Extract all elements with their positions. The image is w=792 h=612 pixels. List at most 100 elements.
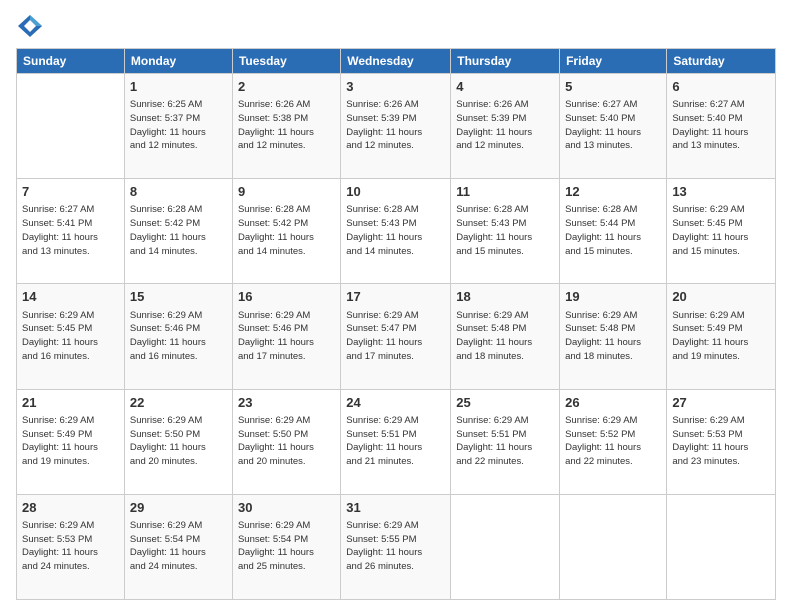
- cell-date: 18: [456, 288, 554, 306]
- calendar-cell: 11Sunrise: 6:28 AM Sunset: 5:43 PM Dayli…: [451, 179, 560, 284]
- cell-date: 21: [22, 394, 119, 412]
- calendar-cell: 1 Sunrise: 6:25 AM Sunset: 5:37 PM Daylig…: [124, 74, 232, 179]
- calendar-cell: 9Sunrise: 6:28 AM Sunset: 5:42 PM Daylig…: [232, 179, 340, 284]
- cell-date: 29: [130, 499, 227, 517]
- calendar-cell: 18Sunrise: 6:29 AM Sunset: 5:48 PM Dayli…: [451, 284, 560, 389]
- calendar-cell: 28 Sunrise: 6:29 AM Sunset: 5:53 PM Dayli…: [17, 494, 125, 599]
- calendar-cell: 4Sunrise: 6:26 AM Sunset: 5:39 PM Daylig…: [451, 74, 560, 179]
- day-header-tuesday: Tuesday: [232, 49, 340, 74]
- cell-info: Sunrise: 6:29 AM Sunset: 5:49 PM Dayligh…: [22, 414, 119, 469]
- cell-info: Sunrise: 6:27 AM Sunset: 5:41 PM Dayligh…: [22, 203, 119, 258]
- calendar-cell: 20 Sunrise: 6:29 AM Sunset: 5:49 PM Dayli…: [667, 284, 776, 389]
- cell-date: 19: [565, 288, 661, 306]
- page: SundayMondayTuesdayWednesdayThursdayFrid…: [0, 0, 792, 612]
- calendar-cell: 2 Sunrise: 6:26 AM Sunset: 5:38 PM Daylig…: [232, 74, 340, 179]
- cell-info: Sunrise: 6:29 AM Sunset: 5:48 PM Dayligh…: [565, 309, 661, 364]
- calendar-cell: 16 Sunrise: 6:29 AM Sunset: 5:46 PM Dayli…: [232, 284, 340, 389]
- calendar-cell: 22 Sunrise: 6:29 AM Sunset: 5:50 PM Dayli…: [124, 389, 232, 494]
- day-header-saturday: Saturday: [667, 49, 776, 74]
- cell-info: Sunrise: 6:29 AM Sunset: 5:46 PM Dayligh…: [238, 309, 335, 364]
- cell-date: 15: [130, 288, 227, 306]
- cell-date: 12: [565, 183, 661, 201]
- calendar-cell: 23 Sunrise: 6:29 AM Sunset: 5:50 PM Dayli…: [232, 389, 340, 494]
- cell-date: 14: [22, 288, 119, 306]
- week-row-1: 1 Sunrise: 6:25 AM Sunset: 5:37 PM Daylig…: [17, 74, 776, 179]
- cell-info: Sunrise: 6:29 AM Sunset: 5:52 PM Dayligh…: [565, 414, 661, 469]
- calendar-cell: 10 Sunrise: 6:28 AM Sunset: 5:43 PM Dayli…: [341, 179, 451, 284]
- cell-date: 28: [22, 499, 119, 517]
- cell-date: 26: [565, 394, 661, 412]
- calendar-cell: 13 Sunrise: 6:29 AM Sunset: 5:45 PM Dayli…: [667, 179, 776, 284]
- week-row-2: 7 Sunrise: 6:27 AM Sunset: 5:41 PM Daylig…: [17, 179, 776, 284]
- cell-info: Sunrise: 6:29 AM Sunset: 5:51 PM Dayligh…: [346, 414, 445, 469]
- week-row-4: 21 Sunrise: 6:29 AM Sunset: 5:49 PM Dayli…: [17, 389, 776, 494]
- calendar-cell: [667, 494, 776, 599]
- calendar-cell: 24Sunrise: 6:29 AM Sunset: 5:51 PM Dayli…: [341, 389, 451, 494]
- cell-date: 20: [672, 288, 770, 306]
- cell-date: 23: [238, 394, 335, 412]
- header-row: SundayMondayTuesdayWednesdayThursdayFrid…: [17, 49, 776, 74]
- day-header-monday: Monday: [124, 49, 232, 74]
- cell-date: 31: [346, 499, 445, 517]
- calendar-cell: 19 Sunrise: 6:29 AM Sunset: 5:48 PM Dayli…: [560, 284, 667, 389]
- cell-info: Sunrise: 6:25 AM Sunset: 5:37 PM Dayligh…: [130, 98, 227, 153]
- day-header-sunday: Sunday: [17, 49, 125, 74]
- week-row-3: 14 Sunrise: 6:29 AM Sunset: 5:45 PM Dayli…: [17, 284, 776, 389]
- cell-info: Sunrise: 6:29 AM Sunset: 5:47 PM Dayligh…: [346, 309, 445, 364]
- cell-info: Sunrise: 6:28 AM Sunset: 5:42 PM Dayligh…: [130, 203, 227, 258]
- cell-date: 11: [456, 183, 554, 201]
- calendar-cell: 3Sunrise: 6:26 AM Sunset: 5:39 PM Daylig…: [341, 74, 451, 179]
- cell-date: 5: [565, 78, 661, 96]
- calendar-cell: 29 Sunrise: 6:29 AM Sunset: 5:54 PM Dayli…: [124, 494, 232, 599]
- calendar-cell: [560, 494, 667, 599]
- cell-date: 7: [22, 183, 119, 201]
- cell-info: Sunrise: 6:29 AM Sunset: 5:53 PM Dayligh…: [672, 414, 770, 469]
- cell-date: 6: [672, 78, 770, 96]
- calendar-cell: 5 Sunrise: 6:27 AM Sunset: 5:40 PM Daylig…: [560, 74, 667, 179]
- calendar-cell: 6 Sunrise: 6:27 AM Sunset: 5:40 PM Daylig…: [667, 74, 776, 179]
- cell-date: 25: [456, 394, 554, 412]
- cell-date: 27: [672, 394, 770, 412]
- cell-info: Sunrise: 6:29 AM Sunset: 5:51 PM Dayligh…: [456, 414, 554, 469]
- logo: [16, 12, 48, 40]
- cell-date: 9: [238, 183, 335, 201]
- calendar-cell: 8 Sunrise: 6:28 AM Sunset: 5:42 PM Daylig…: [124, 179, 232, 284]
- cell-info: Sunrise: 6:29 AM Sunset: 5:50 PM Dayligh…: [130, 414, 227, 469]
- cell-date: 8: [130, 183, 227, 201]
- cell-info: Sunrise: 6:29 AM Sunset: 5:54 PM Dayligh…: [130, 519, 227, 574]
- cell-date: 16: [238, 288, 335, 306]
- calendar-cell: 7 Sunrise: 6:27 AM Sunset: 5:41 PM Daylig…: [17, 179, 125, 284]
- day-header-friday: Friday: [560, 49, 667, 74]
- cell-date: 17: [346, 288, 445, 306]
- calendar-cell: 15Sunrise: 6:29 AM Sunset: 5:46 PM Dayli…: [124, 284, 232, 389]
- calendar-cell: [17, 74, 125, 179]
- cell-date: 3: [346, 78, 445, 96]
- cell-info: Sunrise: 6:28 AM Sunset: 5:43 PM Dayligh…: [346, 203, 445, 258]
- cell-info: Sunrise: 6:29 AM Sunset: 5:55 PM Dayligh…: [346, 519, 445, 574]
- day-header-thursday: Thursday: [451, 49, 560, 74]
- cell-date: 22: [130, 394, 227, 412]
- logo-icon: [16, 12, 44, 40]
- cell-info: Sunrise: 6:29 AM Sunset: 5:53 PM Dayligh…: [22, 519, 119, 574]
- cell-info: Sunrise: 6:26 AM Sunset: 5:38 PM Dayligh…: [238, 98, 335, 153]
- calendar-cell: 14 Sunrise: 6:29 AM Sunset: 5:45 PM Dayli…: [17, 284, 125, 389]
- cell-date: 13: [672, 183, 770, 201]
- cell-info: Sunrise: 6:27 AM Sunset: 5:40 PM Dayligh…: [672, 98, 770, 153]
- cell-info: Sunrise: 6:29 AM Sunset: 5:50 PM Dayligh…: [238, 414, 335, 469]
- cell-date: 2: [238, 78, 335, 96]
- cell-info: Sunrise: 6:29 AM Sunset: 5:49 PM Dayligh…: [672, 309, 770, 364]
- cell-info: Sunrise: 6:29 AM Sunset: 5:54 PM Dayligh…: [238, 519, 335, 574]
- cell-info: Sunrise: 6:28 AM Sunset: 5:44 PM Dayligh…: [565, 203, 661, 258]
- cell-date: 30: [238, 499, 335, 517]
- cell-info: Sunrise: 6:29 AM Sunset: 5:45 PM Dayligh…: [22, 309, 119, 364]
- calendar-table: SundayMondayTuesdayWednesdayThursdayFrid…: [16, 48, 776, 600]
- day-header-wednesday: Wednesday: [341, 49, 451, 74]
- cell-date: 10: [346, 183, 445, 201]
- cell-info: Sunrise: 6:29 AM Sunset: 5:45 PM Dayligh…: [672, 203, 770, 258]
- calendar-cell: 12 Sunrise: 6:28 AM Sunset: 5:44 PM Dayli…: [560, 179, 667, 284]
- cell-date: 1: [130, 78, 227, 96]
- cell-info: Sunrise: 6:27 AM Sunset: 5:40 PM Dayligh…: [565, 98, 661, 153]
- cell-date: 4: [456, 78, 554, 96]
- calendar-cell: 17 Sunrise: 6:29 AM Sunset: 5:47 PM Dayli…: [341, 284, 451, 389]
- calendar-cell: 26 Sunrise: 6:29 AM Sunset: 5:52 PM Dayli…: [560, 389, 667, 494]
